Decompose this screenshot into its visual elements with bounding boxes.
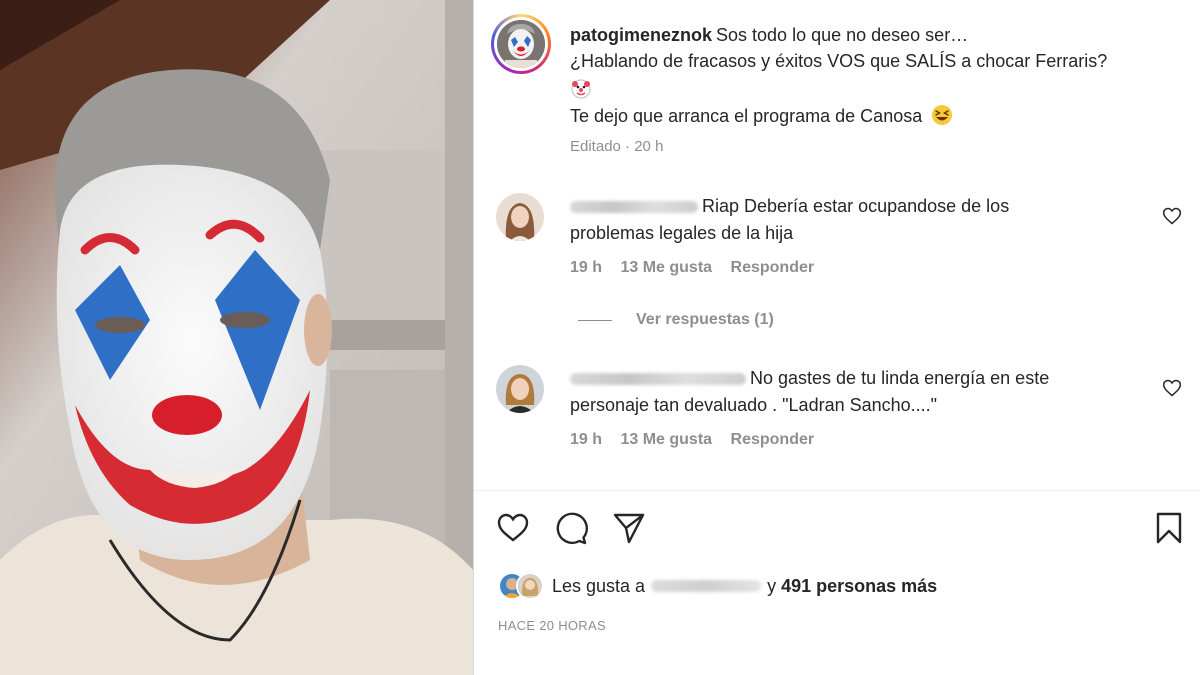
comment-meta: 19 h 13 Me gusta Responder [570, 259, 828, 277]
author-avatar-image [497, 20, 545, 68]
meta-separator: · [625, 138, 631, 155]
caption-line-1: Sos todo lo que no deseo ser… [716, 25, 969, 45]
blurred-username[interactable] [570, 201, 698, 214]
comment-icon[interactable] [554, 511, 588, 545]
laughing-emoji-icon [932, 105, 953, 125]
comment-likes[interactable]: 13 Me gusta [620, 259, 712, 276]
post-media[interactable] [0, 0, 473, 675]
actions-divider [474, 490, 1200, 491]
blurred-liker-name[interactable] [651, 580, 762, 592]
commenter-avatar-image [496, 365, 544, 413]
comment-text-line-1: No gastes de tu linda energía en este [750, 368, 1050, 388]
reply-button[interactable]: Responder [731, 431, 815, 448]
post-age[interactable]: 20 h [634, 138, 663, 155]
comment-meta: 19 h 13 Me gusta Responder [570, 431, 828, 449]
heart-icon[interactable] [496, 511, 530, 545]
comment-time[interactable]: 19 h [570, 259, 602, 276]
post-timestamp[interactable]: HACE 20 HORAS [498, 618, 606, 633]
commenter-avatar[interactable] [496, 365, 544, 413]
commenter-avatar-image [496, 193, 544, 241]
comment-time[interactable]: 19 h [570, 431, 602, 448]
paper-plane-icon[interactable] [612, 511, 646, 545]
bookmark-icon[interactable] [1152, 511, 1186, 545]
clown-emoji-icon [571, 79, 591, 99]
liker-avatar-image [518, 574, 542, 598]
replies-dash [578, 319, 612, 321]
action-bar [496, 511, 1186, 545]
author-username[interactable]: patogimeneznok [570, 25, 712, 45]
edited-label: Editado [570, 138, 621, 155]
comment-text-line-1: Riap Debería estar ocupandose de los [702, 196, 1010, 216]
likes-connector: y [767, 575, 777, 596]
likes-prefix: Les gusta a [552, 575, 646, 596]
reply-button[interactable]: Responder [731, 259, 815, 276]
post-caption: patogimeneznok Sos todo lo que no deseo s… [570, 22, 1180, 129]
comment-like-heart-icon[interactable] [1162, 206, 1182, 226]
comment-like-heart-icon[interactable] [1162, 378, 1182, 398]
joker-face-photo [0, 0, 473, 675]
comment-text-line-2: personaje tan devaluado . "Ladran Sancho… [570, 395, 938, 415]
post-meta: Editado · 20 h [570, 138, 663, 155]
post-panel: patogimeneznok Sos todo lo que no deseo s… [474, 0, 1200, 675]
comment-text-line-2: problemas legales de la hija [570, 223, 794, 243]
view-replies-button[interactable]: Ver respuestas (1) [578, 311, 774, 329]
liker-avatar[interactable] [516, 572, 544, 600]
caption-line-3: Te dejo que arranca el programa de Canos… [570, 106, 923, 126]
comment-likes[interactable]: 13 Me gusta [620, 431, 712, 448]
commenter-avatar[interactable] [496, 193, 544, 241]
blurred-username[interactable] [570, 373, 746, 386]
author-avatar[interactable] [491, 14, 551, 74]
likes-summary: Les gusta a y 491 personas más [498, 572, 937, 600]
likes-count[interactable]: 491 personas más [781, 576, 937, 597]
caption-line-2: ¿Hablando de fracasos y éxitos VOS que S… [570, 51, 1108, 71]
view-replies-label[interactable]: Ver respuestas (1) [636, 311, 774, 329]
